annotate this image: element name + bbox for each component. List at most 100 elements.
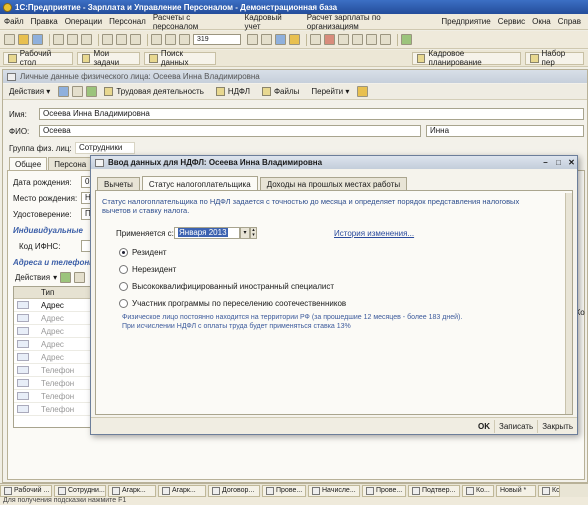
- menu-personnel[interactable]: Персонал: [109, 17, 146, 26]
- open-folder-icon[interactable]: [18, 34, 29, 45]
- tab-deductions[interactable]: Вычеты: [97, 177, 140, 191]
- actions-menu[interactable]: Действия ▾: [5, 85, 54, 98]
- recruit-icon: [529, 53, 539, 63]
- search-prev-icon[interactable]: [261, 34, 272, 45]
- ok-button[interactable]: OK: [474, 420, 494, 433]
- data-search-button[interactable]: Поиск данных: [144, 49, 216, 67]
- address-actions-menu[interactable]: Действия: [15, 273, 50, 282]
- mminus-icon[interactable]: [380, 34, 391, 45]
- table-row[interactable]: Телефон: [14, 364, 92, 377]
- grid-icon[interactable]: [338, 34, 349, 45]
- calculator-icon[interactable]: [324, 34, 335, 45]
- list-icon[interactable]: [72, 86, 84, 97]
- menu-payroll[interactable]: Расчет зарплаты по организациям: [307, 13, 435, 31]
- task-employees[interactable]: Сотрудни...: [54, 484, 106, 497]
- ndfl-button[interactable]: НДФЛ: [212, 85, 254, 98]
- fio-last-field[interactable]: Осеева: [39, 125, 421, 137]
- task-contract[interactable]: Договор...: [208, 484, 260, 497]
- paste-icon[interactable]: [81, 34, 92, 45]
- mplus-icon[interactable]: [366, 34, 377, 45]
- history-link[interactable]: История изменения...: [334, 229, 414, 238]
- task-desktop[interactable]: Рабочий ...: [0, 484, 52, 497]
- calendar-icon[interactable]: [310, 34, 321, 45]
- menu-payments[interactable]: Расчеты с персоналом: [153, 13, 238, 31]
- undo-icon[interactable]: [151, 34, 162, 45]
- maximize-icon[interactable]: □: [553, 158, 564, 168]
- task-new[interactable]: Новый *: [496, 484, 536, 497]
- tab-persona[interactable]: Персона: [48, 157, 93, 170]
- menu-hr[interactable]: Кадровый учет: [245, 13, 300, 31]
- radio-compatriot[interactable]: Участник программы по переселению соотеч…: [119, 297, 346, 309]
- window-icon[interactable]: [275, 34, 286, 45]
- menu-enterprise[interactable]: Предприятие: [441, 17, 490, 26]
- radio-resident[interactable]: Резидент: [119, 246, 167, 258]
- recruitment-button[interactable]: Набор пер: [524, 49, 584, 67]
- menu-edit[interactable]: Правка: [31, 17, 58, 26]
- save-icon[interactable]: [32, 34, 43, 45]
- desktop-button[interactable]: Рабочий стол: [3, 49, 73, 67]
- minimize-icon[interactable]: –: [540, 158, 551, 168]
- new-icon[interactable]: [4, 34, 15, 45]
- task-agark-2[interactable]: Агарк...: [158, 484, 206, 497]
- save-doc-icon[interactable]: [58, 86, 70, 97]
- my-tasks-button[interactable]: Мои задачи: [76, 49, 141, 67]
- task-ko-1[interactable]: Ко...: [462, 484, 494, 497]
- close-button[interactable]: Закрыть: [537, 419, 577, 433]
- task-confirm[interactable]: Подтвер...: [408, 484, 460, 497]
- add-address-icon[interactable]: [60, 272, 72, 283]
- group-field[interactable]: Сотрудники: [75, 142, 135, 154]
- search-combo[interactable]: 319: [193, 34, 241, 45]
- menu-service[interactable]: Сервис: [498, 17, 525, 26]
- name-field[interactable]: Осеева Инна Владимировна: [39, 108, 584, 120]
- hr-planning-button[interactable]: Кадровое планирование: [411, 49, 521, 67]
- table-row[interactable]: Адрес: [14, 338, 92, 351]
- help-icon[interactable]: [289, 34, 300, 45]
- applies-from-input[interactable]: Января 2013: [174, 227, 240, 239]
- table-row[interactable]: Адрес: [14, 325, 92, 338]
- files-button[interactable]: Файлы: [258, 85, 303, 98]
- find-icon[interactable]: [130, 34, 141, 45]
- tab-taxpayer-status[interactable]: Статус налогоплательщика: [141, 176, 258, 191]
- menu-file[interactable]: Файл: [4, 17, 24, 26]
- goto-menu[interactable]: Перейти ▾: [307, 85, 353, 98]
- vertical-scrollbar[interactable]: [565, 193, 572, 414]
- fio-first-field[interactable]: Инна: [426, 125, 584, 137]
- save-button[interactable]: Записать: [494, 419, 537, 433]
- search-next-icon[interactable]: [247, 34, 258, 45]
- task-ko-2[interactable]: Ко: [538, 484, 560, 497]
- table-row[interactable]: Телефон: [14, 403, 92, 416]
- menu-windows[interactable]: Окна: [532, 17, 551, 26]
- menu-operations[interactable]: Операции: [65, 17, 102, 26]
- preview-icon[interactable]: [116, 34, 127, 45]
- task-check-2[interactable]: Прове...: [362, 484, 406, 497]
- table-row[interactable]: Телефон: [14, 377, 92, 390]
- print-icon[interactable]: [102, 34, 113, 45]
- redo-icon[interactable]: [165, 34, 176, 45]
- table-row[interactable]: Адрес: [14, 312, 92, 325]
- settings-icon[interactable]: [401, 34, 412, 45]
- table-row[interactable]: Адрес: [14, 351, 92, 364]
- tab-previous-income[interactable]: Доходы на прошлых местах работы: [259, 177, 408, 191]
- table-row[interactable]: Адрес: [14, 299, 92, 312]
- task-check-1[interactable]: Прове...: [262, 484, 306, 497]
- search-icon[interactable]: [179, 34, 190, 45]
- address-actions: Действия ▾: [15, 272, 88, 283]
- applies-from-field[interactable]: Января 2013 ▾ ▴ ▾: [174, 227, 257, 239]
- close-icon[interactable]: ✕: [566, 158, 577, 168]
- task-accrual[interactable]: Начисле...: [308, 484, 360, 497]
- table-row[interactable]: Телефон: [14, 390, 92, 403]
- menu-help[interactable]: Справ: [558, 17, 581, 26]
- radio-specialist[interactable]: Высококвалифицированный иностранный спец…: [119, 280, 334, 292]
- dropdown-icon[interactable]: ▾: [240, 227, 250, 239]
- copy-icon[interactable]: [67, 34, 78, 45]
- employment-button[interactable]: Трудовая деятельность: [100, 85, 208, 98]
- spinner-icon[interactable]: ▴ ▾: [250, 227, 257, 239]
- radio-nonresident[interactable]: Нерезидент: [119, 263, 176, 275]
- memory-icon[interactable]: [352, 34, 363, 45]
- task-agark-1[interactable]: Агарк...: [108, 484, 156, 497]
- tab-general[interactable]: Общее: [9, 157, 48, 170]
- cut-icon[interactable]: [53, 34, 64, 45]
- help-doc-icon[interactable]: [357, 86, 369, 97]
- edit-address-icon[interactable]: [74, 272, 86, 283]
- refresh-icon[interactable]: [86, 86, 98, 97]
